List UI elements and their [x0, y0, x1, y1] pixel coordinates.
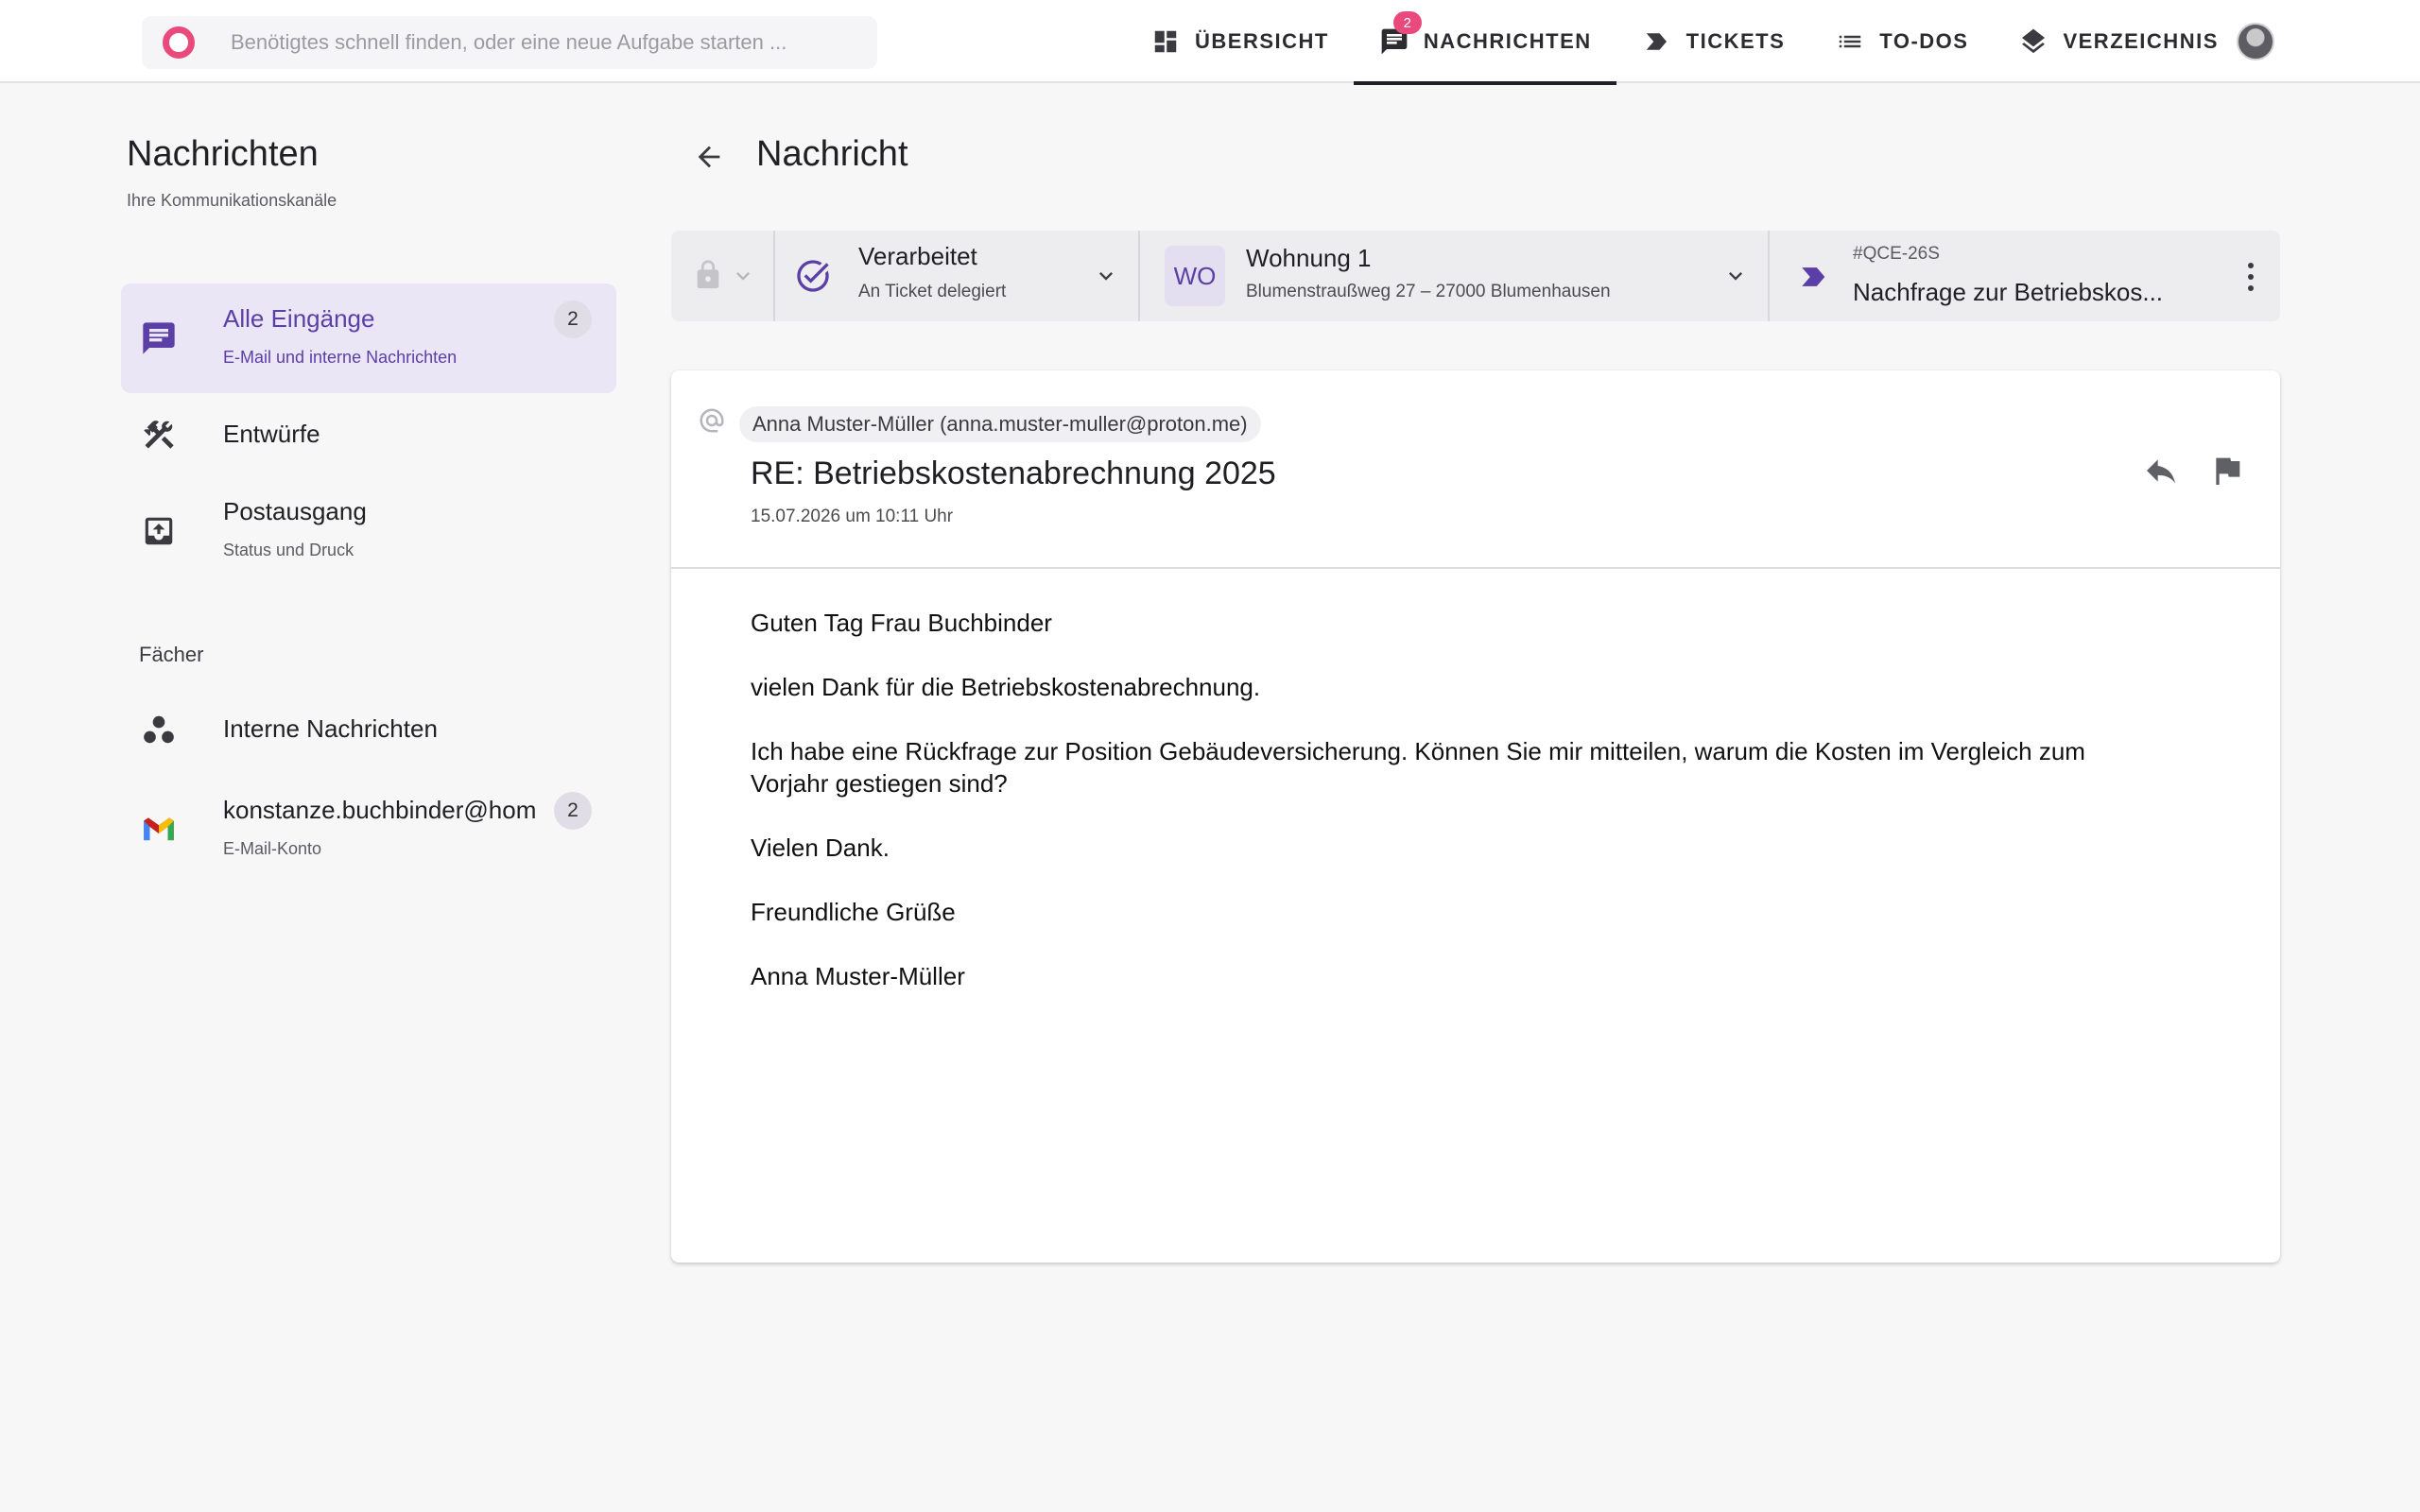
- nav-verzeichnis[interactable]: VERZEICHNIS: [1993, 0, 2242, 83]
- message-toolbar: Verarbeitet An Ticket delegiert WO Wohnu…: [671, 231, 2280, 321]
- list-icon: [1834, 26, 1866, 58]
- sidebar-item-email-account[interactable]: konstanze.buchbinder@hom E-Mail-Konto 2: [121, 775, 616, 885]
- message-paragraph: Vielen Dank.: [751, 833, 890, 862]
- sidebar-item-label: Alle Eingänge: [223, 304, 375, 333]
- ticket-id: #QCE-26S: [1853, 244, 1940, 264]
- message-date: 15.07.2026 um 10:11 Uhr: [751, 507, 954, 526]
- layers-icon: [2017, 26, 2049, 58]
- message-paragraph: Freundliche Grüße: [751, 898, 956, 926]
- message-header: Anna Muster-Müller (anna.muster-muller@p…: [671, 370, 2280, 569]
- search-bar[interactable]: [142, 16, 877, 69]
- sidebar-item-alle-eingaenge[interactable]: Alle Eingänge E-Mail und interne Nachric…: [121, 284, 616, 393]
- lock-dropdown[interactable]: [671, 231, 775, 321]
- sidebar-item-label: Entwürfe: [223, 420, 320, 448]
- count-badge: 2: [554, 792, 592, 830]
- section-label-faecher: Fächer: [139, 643, 204, 666]
- status-dropdown[interactable]: Verarbeitet An Ticket delegiert: [775, 231, 1140, 321]
- status-title: Verarbeitet: [858, 242, 977, 270]
- sidebar-item-sub: E-Mail und interne Nachrichten: [223, 348, 458, 367]
- unit-dropdown[interactable]: WO Wohnung 1 Blumenstraußweg 27 – 27000 …: [1140, 231, 1770, 321]
- message-paragraph: vielen Dank für die Betriebskostenabrech…: [751, 673, 1261, 701]
- sidebar-item-sub: Status und Druck: [223, 541, 354, 559]
- count-badge: 2: [554, 301, 592, 338]
- gmail-icon: [138, 809, 180, 850]
- sidebar-subtitle: Ihre Kommunikationskanäle: [127, 191, 337, 210]
- back-button[interactable]: [690, 138, 728, 176]
- sidebar-item-interne-nachrichten[interactable]: Interne Nachrichten: [121, 675, 616, 784]
- message-paragraph: Guten Tag Frau Buchbinder: [751, 609, 1052, 637]
- sidebar-item-entwuerfe[interactable]: Entwürfe: [121, 380, 616, 490]
- dashboard-icon: [1150, 26, 1182, 58]
- nav-label: TICKETS: [1685, 29, 1786, 53]
- message-card: Anna Muster-Müller (anna.muster-muller@p…: [671, 370, 2280, 1263]
- group-dots-icon: [138, 709, 180, 750]
- outbox-icon: [138, 510, 180, 552]
- sidebar-item-postausgang[interactable]: Postausgang Status und Druck: [121, 476, 616, 586]
- nav-uebersicht[interactable]: ÜBERSICHT: [1125, 0, 1354, 83]
- app-logo-icon[interactable]: [163, 26, 195, 59]
- message-paragraph: Anna Muster-Müller: [751, 962, 965, 990]
- check-circle-icon: [797, 260, 829, 292]
- chevron-down-icon: [736, 272, 750, 281]
- message-icon: [138, 318, 180, 359]
- sidebar-item-label: Interne Nachrichten: [223, 714, 438, 743]
- nav-tickets[interactable]: TICKETS: [1616, 0, 1810, 83]
- message-subject: RE: Betriebskostenabrechnung 2025: [751, 455, 1276, 491]
- sidebar-item-label: konstanze.buchbinder@hom: [223, 796, 537, 824]
- nav-badge: 2: [1392, 11, 1422, 34]
- search-input[interactable]: [231, 24, 836, 61]
- sidebar-item-sub: E-Mail-Konto: [223, 839, 322, 858]
- status-subtitle: An Ticket delegiert: [858, 282, 1007, 301]
- arrow-left-icon: [698, 146, 720, 168]
- flag-icon[interactable]: [2208, 452, 2246, 490]
- nav-label: ÜBERSICHT: [1195, 29, 1329, 53]
- chevron-down-icon: [1729, 272, 1742, 281]
- unit-title: Wohnung 1: [1246, 244, 1372, 272]
- lock-icon: [697, 260, 719, 289]
- main-nav: ÜBERSICHT 2 NACHRICHTEN TICKETS TO-DOS V…: [1125, 0, 2243, 85]
- more-vert-icon[interactable]: [2246, 261, 2256, 293]
- ticket-icon: [1641, 26, 1673, 58]
- user-avatar[interactable]: [2237, 23, 2274, 60]
- ticket-title: Nachfrage zur Betriebskos...: [1853, 278, 2164, 306]
- sidebar-title: Nachrichten: [127, 134, 319, 174]
- nav-label: NACHRICHTEN: [1423, 29, 1592, 53]
- page-title: Nachricht: [756, 134, 908, 174]
- message-paragraph: Ich habe eine Rückfrage zur Position Geb…: [751, 737, 2085, 798]
- reply-icon[interactable]: [2142, 452, 2180, 490]
- nav-todos[interactable]: TO-DOS: [1809, 0, 1993, 83]
- ticket-icon: [1802, 267, 1825, 286]
- message-body: Guten Tag Frau Buchbinder vielen Dank fü…: [751, 607, 2169, 1024]
- linked-ticket[interactable]: #QCE-26S Nachfrage zur Betriebskos...: [1770, 231, 2280, 321]
- nav-nachrichten[interactable]: 2 NACHRICHTEN: [1353, 0, 1616, 85]
- nav-label: TO-DOS: [1879, 29, 1969, 53]
- sender-chip[interactable]: Anna Muster-Müller (anna.muster-muller@p…: [739, 406, 1261, 442]
- sidebar-item-label: Postausgang: [223, 497, 367, 525]
- nav-label: VERZEICHNIS: [2063, 29, 2219, 53]
- chevron-down-icon: [1099, 272, 1113, 281]
- unit-address: Blumenstraußweg 27 – 27000 Blumenhausen: [1246, 282, 1611, 301]
- top-bar: ÜBERSICHT 2 NACHRICHTEN TICKETS TO-DOS: [0, 0, 2420, 85]
- draft-tools-icon: [138, 414, 180, 455]
- unit-badge: WO: [1165, 246, 1225, 306]
- at-icon: [700, 408, 724, 433]
